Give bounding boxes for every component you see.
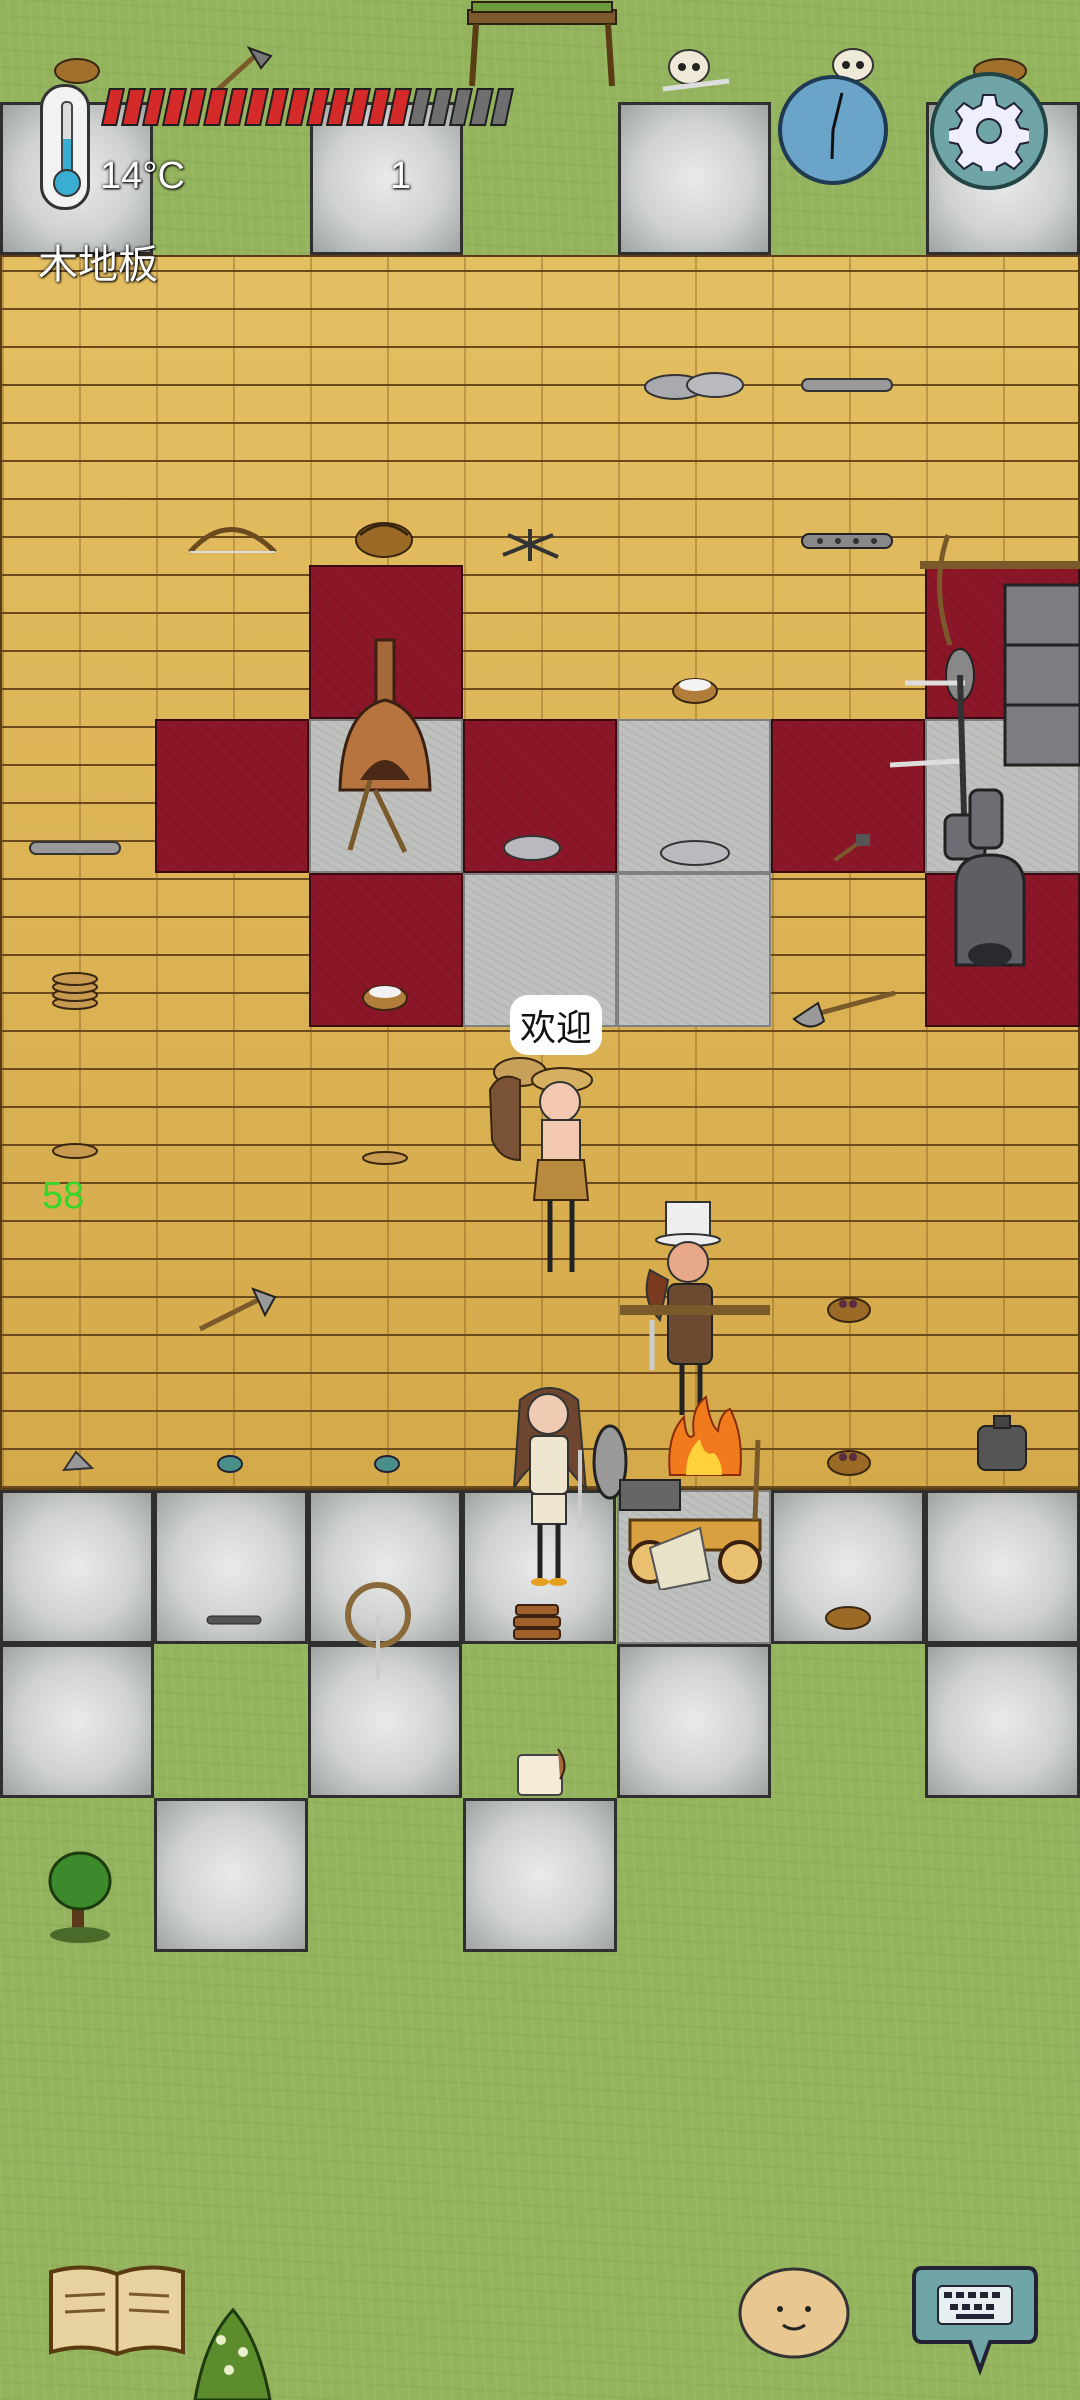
tile-name-label: 木地板	[38, 242, 158, 288]
bowl-of-flour[interactable]	[360, 980, 410, 1012]
journal-icon[interactable]	[45, 2262, 190, 2362]
clock-icon[interactable]	[778, 75, 888, 185]
bowl-of-berries[interactable]	[823, 1602, 873, 1632]
food-value: 58	[42, 1175, 85, 1217]
stone-block[interactable]	[617, 1644, 771, 1798]
steel-pipe[interactable]	[28, 838, 123, 858]
milkweed-plant[interactable]	[185, 2300, 280, 2400]
carpet-tile[interactable]	[155, 719, 309, 873]
speech-bubble: 欢迎	[510, 995, 603, 1055]
emote-icon[interactable]	[735, 2265, 853, 2360]
blue-stone[interactable]	[215, 1453, 245, 1475]
stone-block-top-3[interactable]	[618, 102, 771, 255]
tree[interactable]	[40, 1845, 120, 1945]
thermometer-icon	[40, 84, 90, 210]
game-world[interactable]: 欢迎 58	[0, 0, 1080, 2400]
keyboard-icon[interactable]	[910, 2262, 1040, 2377]
hammer[interactable]	[830, 830, 875, 865]
player-character-straw-hat[interactable]	[480, 1050, 600, 1280]
steel-chain[interactable]	[800, 530, 895, 552]
flat-stones[interactable]	[500, 830, 565, 865]
clay-pot[interactable]	[512, 1745, 572, 1800]
settings-gear-glyph	[949, 94, 1029, 171]
stone-block[interactable]	[0, 1644, 154, 1798]
basket[interactable]	[352, 515, 417, 560]
basket[interactable]	[52, 55, 102, 85]
kerosene-tank[interactable]	[972, 1410, 1032, 1475]
bowl-of-berries[interactable]	[825, 1445, 873, 1477]
steel-rod[interactable]	[205, 1612, 265, 1628]
character-top-hat[interactable]	[620, 1200, 780, 1420]
bowl-of-flour[interactable]	[670, 673, 720, 705]
plate-stack[interactable]	[50, 965, 100, 1010]
stone-floor-tile[interactable]	[617, 873, 771, 1027]
plate[interactable]	[360, 1147, 410, 1169]
stone-block[interactable]	[925, 1490, 1080, 1644]
stone-block[interactable]	[463, 1798, 617, 1952]
handcart-engine[interactable]	[590, 1410, 770, 1590]
kindling[interactable]	[498, 525, 563, 565]
sharp-stone[interactable]	[60, 1448, 95, 1476]
stone-block[interactable]	[0, 1490, 154, 1644]
steel-pipe[interactable]	[800, 375, 895, 395]
gear-icon[interactable]	[930, 72, 1048, 190]
stone-block[interactable]	[154, 1798, 308, 1952]
character-long-hair[interactable]	[500, 1380, 600, 1590]
rope-bow-drill[interactable]	[340, 1575, 415, 1685]
flat-stones[interactable]	[640, 365, 750, 405]
loom[interactable]	[462, 0, 622, 90]
newcomen-engine[interactable]	[890, 525, 1080, 975]
health-bar	[100, 88, 515, 126]
temperature-readout: 14°C	[100, 155, 185, 197]
flat-stones[interactable]	[655, 835, 735, 870]
plate[interactable]	[50, 1140, 100, 1162]
axe[interactable]	[195, 1285, 280, 1335]
bowl-of-berries[interactable]	[825, 1292, 873, 1324]
adobe-kiln[interactable]	[330, 630, 440, 855]
shovel[interactable]	[790, 985, 900, 1030]
bow[interactable]	[185, 512, 280, 557]
counter-readout: 1	[390, 155, 412, 197]
stone-block[interactable]	[925, 1644, 1080, 1798]
clock-hands	[830, 92, 844, 160]
bones-skull[interactable]	[655, 45, 735, 95]
blue-stone[interactable]	[372, 1453, 402, 1475]
firewood[interactable]	[510, 1595, 565, 1645]
